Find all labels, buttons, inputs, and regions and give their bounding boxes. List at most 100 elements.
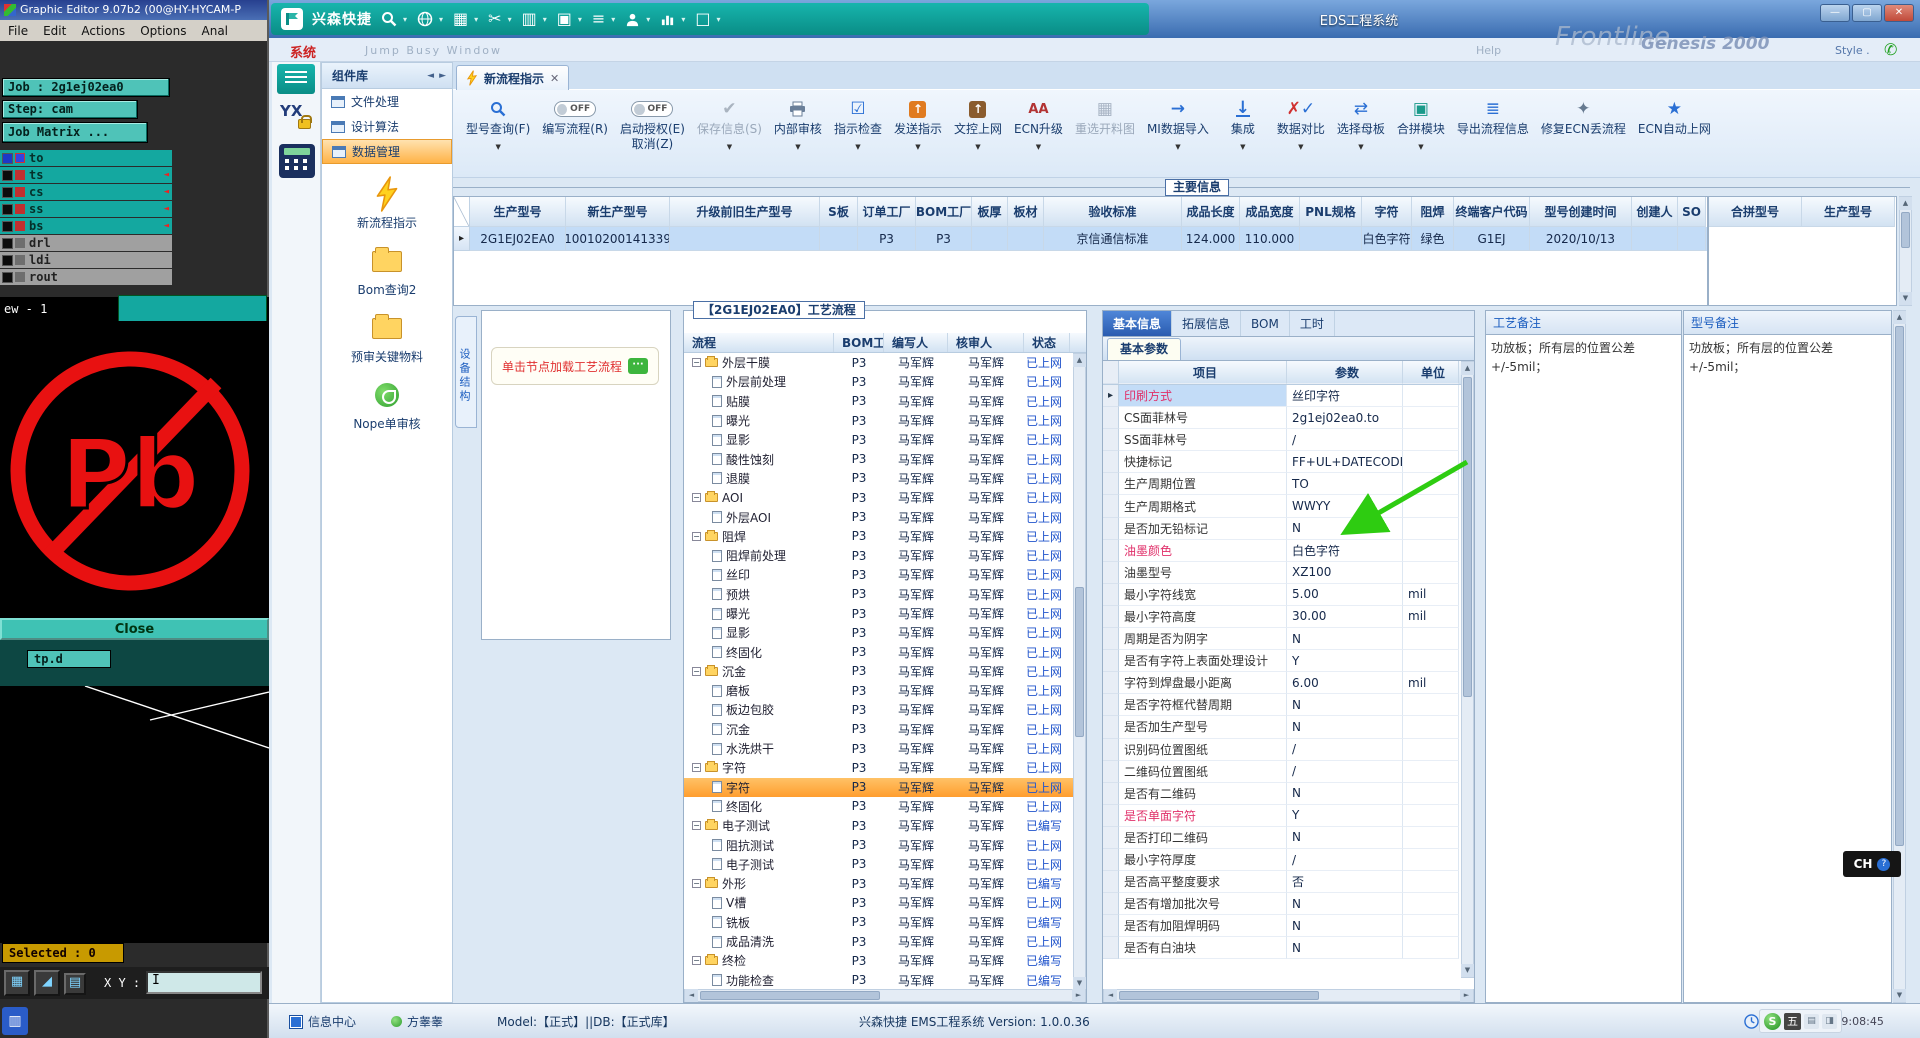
tool-item[interactable]: Nope单审核: [322, 377, 452, 432]
layer-select-box[interactable]: [2, 254, 13, 266]
params-horizontal-scrollbar[interactable]: ◄ ►: [1103, 989, 1474, 1002]
process-node-row[interactable]: 曝光 P3 马军辉 马军辉 已上网: [684, 411, 1074, 430]
tab-info[interactable]: 工时: [1290, 311, 1335, 336]
column-header[interactable]: BOM工厂: [834, 333, 884, 352]
job-matrix-button[interactable]: Job Matrix ...: [2, 122, 148, 143]
dropdown-caret-icon[interactable]: ▼: [915, 143, 920, 151]
process-node-row[interactable]: 阻焊前处理 P3 马军辉 马军辉 已上网: [684, 546, 1074, 565]
tab-info[interactable]: 拓展信息: [1172, 311, 1242, 336]
layer-select-box[interactable]: [2, 186, 13, 198]
column-header[interactable]: 参数: [1287, 361, 1403, 384]
globe-icon[interactable]: [417, 11, 433, 27]
search-icon[interactable]: [381, 11, 397, 27]
ge-corner-icon[interactable]: ▥: [2, 1007, 28, 1035]
column-header[interactable]: SO: [1678, 197, 1706, 227]
ime-keyboard-icon[interactable]: ▤: [1804, 1013, 1819, 1029]
dropdown-caret-icon[interactable]: ▾: [508, 15, 512, 24]
column-header[interactable]: 创建人: [1632, 197, 1678, 227]
columns-icon[interactable]: ▥: [522, 11, 537, 27]
column-header[interactable]: 新生产型号: [566, 197, 670, 227]
language-bar[interactable]: CH ?: [1843, 851, 1901, 877]
column-header[interactable]: 板材: [1008, 197, 1044, 227]
process-node-row[interactable]: 沉金 P3 马军辉 马军辉 已上网: [684, 720, 1074, 739]
param-row[interactable]: 是否加生产型号 N: [1103, 716, 1463, 739]
param-row[interactable]: ▸ 印刷方式 丝印字符: [1103, 385, 1463, 408]
process-node-row[interactable]: 磨板 P3 马军辉 马军辉 已上网: [684, 681, 1074, 700]
tp-layer-label[interactable]: tp.d: [27, 650, 111, 668]
tab-close-icon[interactable]: ✕: [550, 72, 559, 85]
process-node-row[interactable]: 显影 P3 马军辉 马军辉 已上网: [684, 623, 1074, 642]
param-value-cell[interactable]: N: [1287, 782, 1403, 805]
dropdown-caret-icon[interactable]: ▾: [716, 15, 720, 24]
layer-select-box[interactable]: [2, 169, 13, 181]
dropdown-caret-icon[interactable]: ▼: [1418, 143, 1423, 151]
close-window-button[interactable]: ✕: [1884, 4, 1914, 22]
param-row[interactable]: SS面菲林号 /: [1103, 429, 1463, 452]
param-value-cell[interactable]: Y: [1287, 804, 1403, 827]
collapse-left-icon[interactable]: ◄: [427, 71, 434, 81]
ribbon-button[interactable]: → MI数据导入 ▼: [1142, 95, 1214, 152]
process-node-row[interactable]: 退膜 P3 马军辉 马军辉 已上网: [684, 469, 1074, 488]
toggle-off-switch[interactable]: OFF: [631, 101, 674, 117]
param-value-cell[interactable]: /: [1287, 848, 1403, 872]
ribbon-button[interactable]: 型号查询(F) ▼: [461, 95, 535, 152]
ribbon-button[interactable]: ✗✓ 数据对比 ▼: [1272, 95, 1330, 152]
process-node-row[interactable]: 曝光 P3 马军辉 马军辉 已上网: [684, 604, 1074, 623]
tab-basic-info-active[interactable]: 基本信息: [1103, 311, 1173, 336]
ge-menu-item[interactable]: Actions: [81, 24, 125, 38]
dropdown-caret-icon[interactable]: ▼: [495, 143, 500, 151]
dropdown-caret-icon[interactable]: ▾: [474, 15, 478, 24]
param-row[interactable]: 油墨颜色 白色字符: [1103, 539, 1463, 562]
params-vertical-scrollbar[interactable]: ▲ ▼: [1461, 361, 1474, 978]
info-center-item[interactable]: 信息中心: [289, 1004, 356, 1038]
dropdown-caret-icon[interactable]: ▼: [1175, 143, 1180, 151]
ribbon-button[interactable]: ⇄ 选择母板 ▼: [1332, 95, 1390, 152]
layer-select-box[interactable]: [2, 152, 13, 164]
scroll-up-icon[interactable]: ▲: [1461, 362, 1474, 375]
ge-menu-item[interactable]: Edit: [43, 24, 66, 38]
column-header[interactable]: BOM工厂: [916, 197, 972, 227]
dropdown-caret-icon[interactable]: ▼: [1298, 143, 1303, 151]
collapse-icon[interactable]: −: [692, 956, 701, 966]
param-row[interactable]: 识别码位置图纸 /: [1103, 738, 1463, 761]
process-node-row[interactable]: 预烘 P3 马军辉 马军辉 已上网: [684, 585, 1074, 604]
column-header[interactable]: 编写人: [884, 333, 948, 352]
editor-canvas-lower[interactable]: [0, 685, 270, 943]
process-node-row[interactable]: 功能检查 P3 马军辉 马军辉 已编写: [684, 971, 1074, 990]
process-node-row[interactable]: 贴膜 P3 马军辉 马军辉 已上网: [684, 392, 1074, 411]
column-header[interactable]: 验收标准: [1044, 197, 1182, 227]
ribbon-button[interactable]: ↑ 文控上网 ▼: [949, 95, 1007, 152]
tab-new-process-instruction[interactable]: 新流程指示 ✕: [456, 65, 570, 90]
scissors-icon[interactable]: ✂: [488, 11, 501, 27]
collapse-icon[interactable]: −: [692, 666, 701, 676]
table-tool-icon[interactable]: ▤: [64, 973, 86, 995]
ribbon-button[interactable]: ✦ 修复ECN丢流程: [1536, 95, 1631, 138]
param-row[interactable]: 最小字符厚度 /: [1103, 848, 1463, 872]
ribbon-button[interactable]: ▦ 重选开料图: [1070, 95, 1140, 138]
param-value-cell[interactable]: N: [1287, 716, 1403, 739]
ge-menu-item[interactable]: Anal: [202, 24, 229, 38]
scroll-down-icon[interactable]: ▼: [1893, 989, 1906, 1002]
param-row[interactable]: 字符到焊盘最小距离 6.00 mil: [1103, 672, 1463, 695]
scroll-down-icon[interactable]: ▼: [1899, 292, 1912, 305]
process-node-row[interactable]: 外层前处理 P3 马军辉 马军辉 已上网: [684, 372, 1074, 391]
scroll-thumb[interactable]: [1895, 326, 1904, 846]
param-value-cell[interactable]: 2g1ej02ea0.to: [1287, 407, 1403, 430]
param-row[interactable]: 是否加无铅标记 N: [1103, 517, 1463, 540]
param-value-cell[interactable]: WWYY: [1287, 495, 1403, 518]
system-menu[interactable]: 系统: [290, 42, 316, 61]
collapse-icon[interactable]: −: [692, 763, 701, 773]
current-user-item[interactable]: 方睾睾: [391, 1004, 443, 1038]
param-value-cell[interactable]: 白色字符: [1287, 539, 1403, 562]
process-node-row[interactable]: 显影 P3 马军辉 马军辉 已上网: [684, 430, 1074, 449]
yx-logo-icon[interactable]: YX: [280, 102, 316, 140]
column-header[interactable]: 成品长度: [1182, 197, 1240, 227]
scroll-down-icon[interactable]: ▼: [1461, 964, 1474, 977]
param-value-cell[interactable]: N: [1287, 694, 1403, 717]
layer-row[interactable]: drl: [0, 235, 172, 251]
process-node-row[interactable]: − 外形 P3 马军辉 马军辉 已编写: [684, 874, 1074, 893]
param-row[interactable]: 是否字符框代替周期 N: [1103, 694, 1463, 717]
process-node-row[interactable]: − 终检 P3 马军辉 马军辉 已编写: [684, 951, 1074, 970]
column-header[interactable]: 型号创建时间: [1530, 197, 1632, 227]
ribbon-button[interactable]: ☑ 指示检查 ▼: [829, 95, 887, 152]
